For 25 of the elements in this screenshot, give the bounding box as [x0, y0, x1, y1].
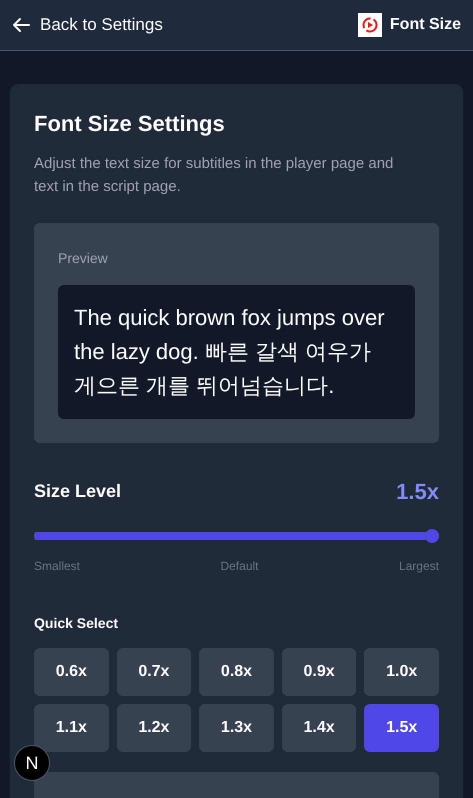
- size-option-button[interactable]: 1.2x: [116, 704, 192, 752]
- app-logo-icon: [358, 13, 382, 37]
- size-option-button[interactable]: 1.0x: [364, 648, 439, 696]
- size-option-button[interactable]: 0.7x: [116, 648, 192, 696]
- page-title: Font Size: [390, 15, 461, 35]
- size-option-button[interactable]: 0.8x: [199, 648, 274, 696]
- slider-tick-label: Smallest: [34, 558, 80, 575]
- size-option-button[interactable]: 1.4x: [282, 704, 356, 752]
- size-option-button[interactable]: 1.5x: [364, 704, 439, 752]
- preview-text: The quick brown fox jumps over the lazy dog. 빠른 갈색 여우가 게으른 개를 뛰어넘습니다.: [58, 285, 415, 419]
- preview-label: Preview: [58, 249, 109, 268]
- slider-tick-label: Largest: [398, 558, 439, 575]
- quick-select-label: Quick Select: [34, 614, 120, 633]
- card-description: Adjust the text size for subtitles in the player page and text in the script page.: [34, 154, 394, 197]
- card-title: Font Size Settings: [34, 110, 226, 138]
- size-option-button[interactable]: 0.9x: [282, 648, 356, 696]
- size-option-button[interactable]: 0.6x: [34, 648, 109, 696]
- size-level-value: 1.5x: [396, 478, 439, 506]
- size-option-button[interactable]: 1.3x: [199, 704, 274, 752]
- slider-tick-label: Default: [220, 558, 258, 575]
- size-option-button[interactable]: 1.1x: [34, 704, 109, 752]
- slider-thumb[interactable]: [425, 529, 439, 543]
- size-level-label: Size Level: [34, 480, 122, 503]
- back-arrow-icon: [12, 17, 30, 33]
- back-link[interactable]: Back to Settings: [12, 12, 163, 38]
